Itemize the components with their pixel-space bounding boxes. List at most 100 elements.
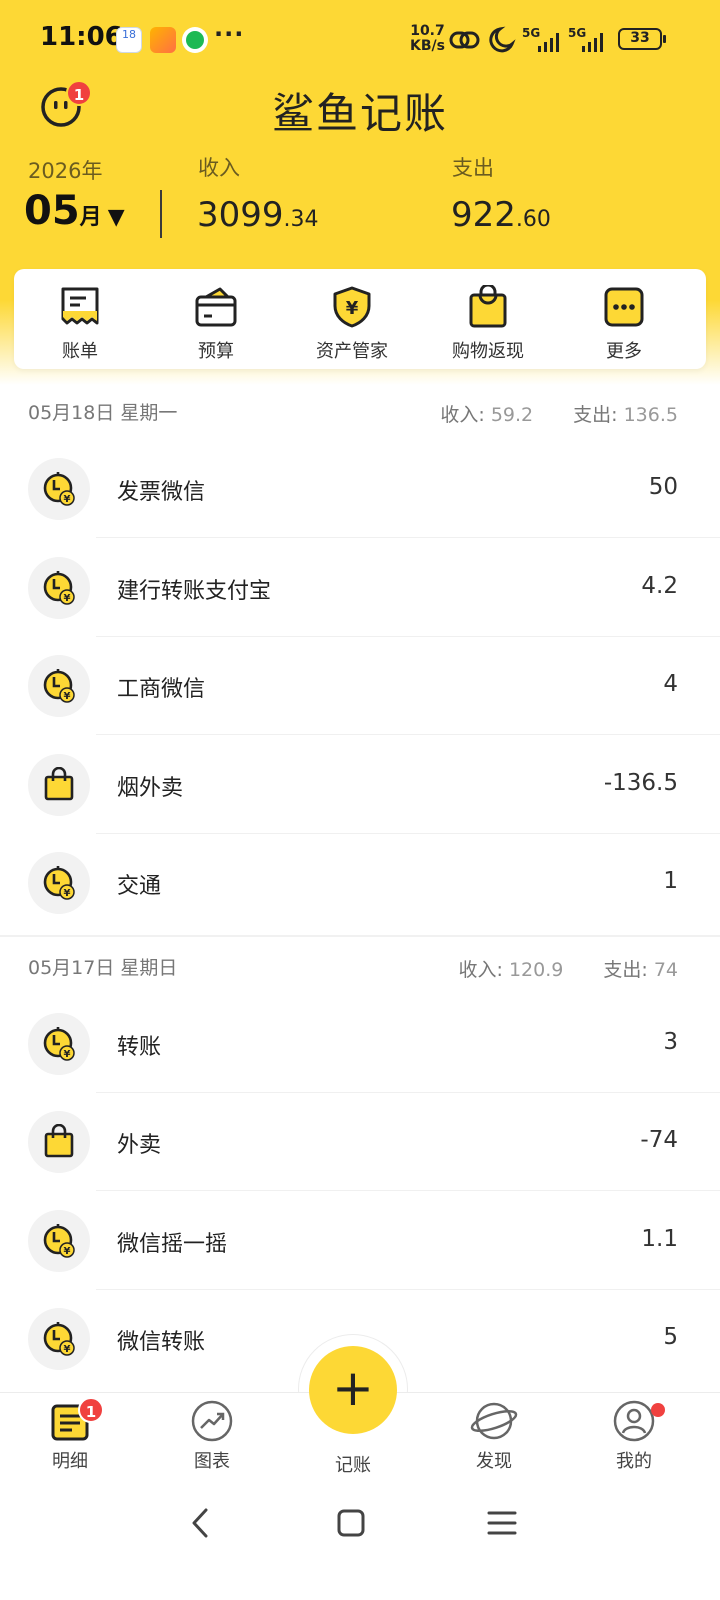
- gallery-app-icon: [150, 27, 176, 53]
- net-speed-unit: KB/s: [410, 38, 445, 54]
- category-icon-wrap: ¥: [28, 1209, 90, 1272]
- day-expense-value: 74: [653, 958, 678, 981]
- svg-text:¥: ¥: [64, 888, 71, 899]
- menu-label-assets: 资产管家: [316, 341, 388, 362]
- wallet-icon: [195, 287, 237, 327]
- menu-label-cashback: 购物返现: [452, 341, 524, 362]
- day-date: 05月17日 星期日: [28, 956, 178, 979]
- day-expense-label: 支出:: [603, 958, 648, 981]
- transaction-amount: -136.5: [603, 769, 678, 796]
- menu-item-cashback[interactable]: 购物返现: [428, 285, 548, 363]
- transaction-row[interactable]: ¥ 交通 1: [0, 834, 720, 932]
- day-separator: [0, 934, 720, 937]
- shield-yuan-icon: ¥: [333, 286, 371, 328]
- home-icon[interactable]: [336, 1508, 366, 1538]
- transaction-row[interactable]: ¥ 工商微信 4: [0, 637, 720, 735]
- svg-text:¥: ¥: [64, 1344, 71, 1355]
- nav-item-details[interactable]: 明细 1: [20, 1397, 120, 1473]
- app-title: 鲨鱼记账: [271, 89, 448, 138]
- transaction-name: 微信摇一摇: [117, 1231, 228, 1257]
- nav-label-discover: 发现: [476, 1451, 512, 1472]
- net-speed-value: 10.7: [410, 23, 445, 39]
- transaction-name: 发票微信: [117, 480, 206, 505]
- day-date: 05月18日 星期一: [28, 402, 178, 424]
- income-integer: 3099: [197, 195, 284, 235]
- user-icon: [613, 1400, 655, 1442]
- income-decimal: .34: [283, 207, 319, 232]
- day-income-label: 收入:: [458, 958, 503, 981]
- day-expense-label: 支出:: [573, 404, 618, 426]
- shopping-bag-icon: [469, 285, 507, 328]
- svg-text:¥: ¥: [64, 593, 71, 604]
- status-time: 11:06: [40, 22, 123, 52]
- transaction-row[interactable]: ¥ 发票微信 50: [0, 440, 720, 538]
- signal-5g-label-2: 5G: [568, 26, 586, 40]
- day-summary: 收入: 120.9 支出: 74: [459, 955, 679, 982]
- transaction-amount: 4.2: [641, 572, 678, 599]
- transaction-amount: 1: [663, 868, 678, 894]
- svg-text:¥: ¥: [64, 494, 71, 505]
- category-icon-wrap: ¥: [28, 458, 90, 520]
- transaction-row[interactable]: ¥ 建行转账支付宝 4.2: [0, 539, 720, 637]
- svg-text:¥: ¥: [64, 1049, 71, 1060]
- menu-item-budget[interactable]: 预算: [156, 285, 276, 363]
- nav-label-charts: 图表: [194, 1451, 230, 1472]
- menu-label-more: 更多: [606, 341, 642, 362]
- nav-item-discover[interactable]: 发现: [444, 1399, 544, 1473]
- transaction-name: 外卖: [117, 1133, 162, 1158]
- transaction-amount: 5: [663, 1324, 678, 1350]
- category-icon-wrap: [28, 753, 90, 816]
- transaction-amount: 3: [663, 1028, 678, 1055]
- transaction-amount: 4: [663, 671, 678, 697]
- month-unit: 月: [79, 205, 102, 230]
- day-header: 05月18日 星期一 收入: 59.2 支出: 136.5: [0, 390, 720, 440]
- add-record-button[interactable]: +: [309, 1346, 397, 1434]
- day-expense-value: 136.5: [623, 404, 678, 426]
- nav-label-record[interactable]: 记账: [303, 1451, 403, 1477]
- quick-menu-card: 账单 预算 ¥ 资产管家 购物返现 更多: [14, 269, 706, 369]
- header-divider: [160, 190, 162, 238]
- back-icon[interactable]: [186, 1506, 216, 1540]
- menu-label-budget: 预算: [198, 341, 234, 362]
- income-label: 收入: [198, 156, 240, 180]
- caret-down-icon: ▼: [107, 205, 125, 230]
- transaction-row[interactable]: ¥ 转账 3: [0, 995, 720, 1093]
- expense-integer: 922: [451, 195, 516, 235]
- planet-icon: [470, 1402, 518, 1440]
- transaction-name: 交通: [117, 874, 162, 899]
- transaction-row[interactable]: ¥ 微信摇一摇 1.1: [0, 1192, 720, 1290]
- system-nav-bar: [0, 1492, 720, 1600]
- svg-text:¥: ¥: [64, 691, 71, 702]
- day-income-label: 收入:: [440, 404, 485, 426]
- transaction-name: 工商微信: [117, 677, 206, 702]
- menu-item-assets[interactable]: ¥ 资产管家: [292, 285, 412, 363]
- day-summary: 收入: 59.2 支出: 136.5: [440, 400, 678, 427]
- plus-icon: +: [332, 1359, 374, 1417]
- nav-item-charts[interactable]: 图表: [162, 1399, 262, 1473]
- expense-decimal: .60: [515, 207, 551, 232]
- more-notifications-icon: ···: [214, 20, 245, 48]
- menu-item-more[interactable]: 更多: [564, 285, 684, 363]
- recents-menu-icon[interactable]: [486, 1508, 518, 1538]
- nav-dot-mine: [651, 1403, 665, 1417]
- transaction-amount: -74: [640, 1127, 678, 1153]
- day-income-value: 120.9: [508, 958, 564, 981]
- year-label[interactable]: 2026年: [28, 155, 102, 185]
- signal-5g-label-1: 5G: [522, 26, 540, 40]
- nav-item-mine[interactable]: 我的: [584, 1399, 684, 1473]
- transaction-name: 转账: [117, 1034, 162, 1060]
- transaction-name: 建行转账支付宝: [117, 578, 272, 604]
- transaction-row[interactable]: 烟外卖 -136.5: [0, 736, 720, 834]
- trend-chart-icon: [191, 1400, 233, 1442]
- day-header: 05月17日 星期日 收入: 120.9 支出: 74: [0, 945, 720, 995]
- expense-label: 支出: [452, 156, 494, 180]
- transaction-name: 微信转账: [117, 1330, 206, 1355]
- chat-app-icon: [182, 27, 208, 53]
- month-selector[interactable]: 05月 ▼: [24, 188, 125, 234]
- transaction-row[interactable]: 外卖 -74: [0, 1093, 720, 1191]
- link-icon: [449, 31, 480, 49]
- menu-item-bill[interactable]: 账单: [20, 285, 140, 363]
- category-icon-wrap: ¥: [28, 556, 90, 619]
- moon-icon: [489, 26, 516, 53]
- day-income-value: 59.2: [490, 404, 534, 426]
